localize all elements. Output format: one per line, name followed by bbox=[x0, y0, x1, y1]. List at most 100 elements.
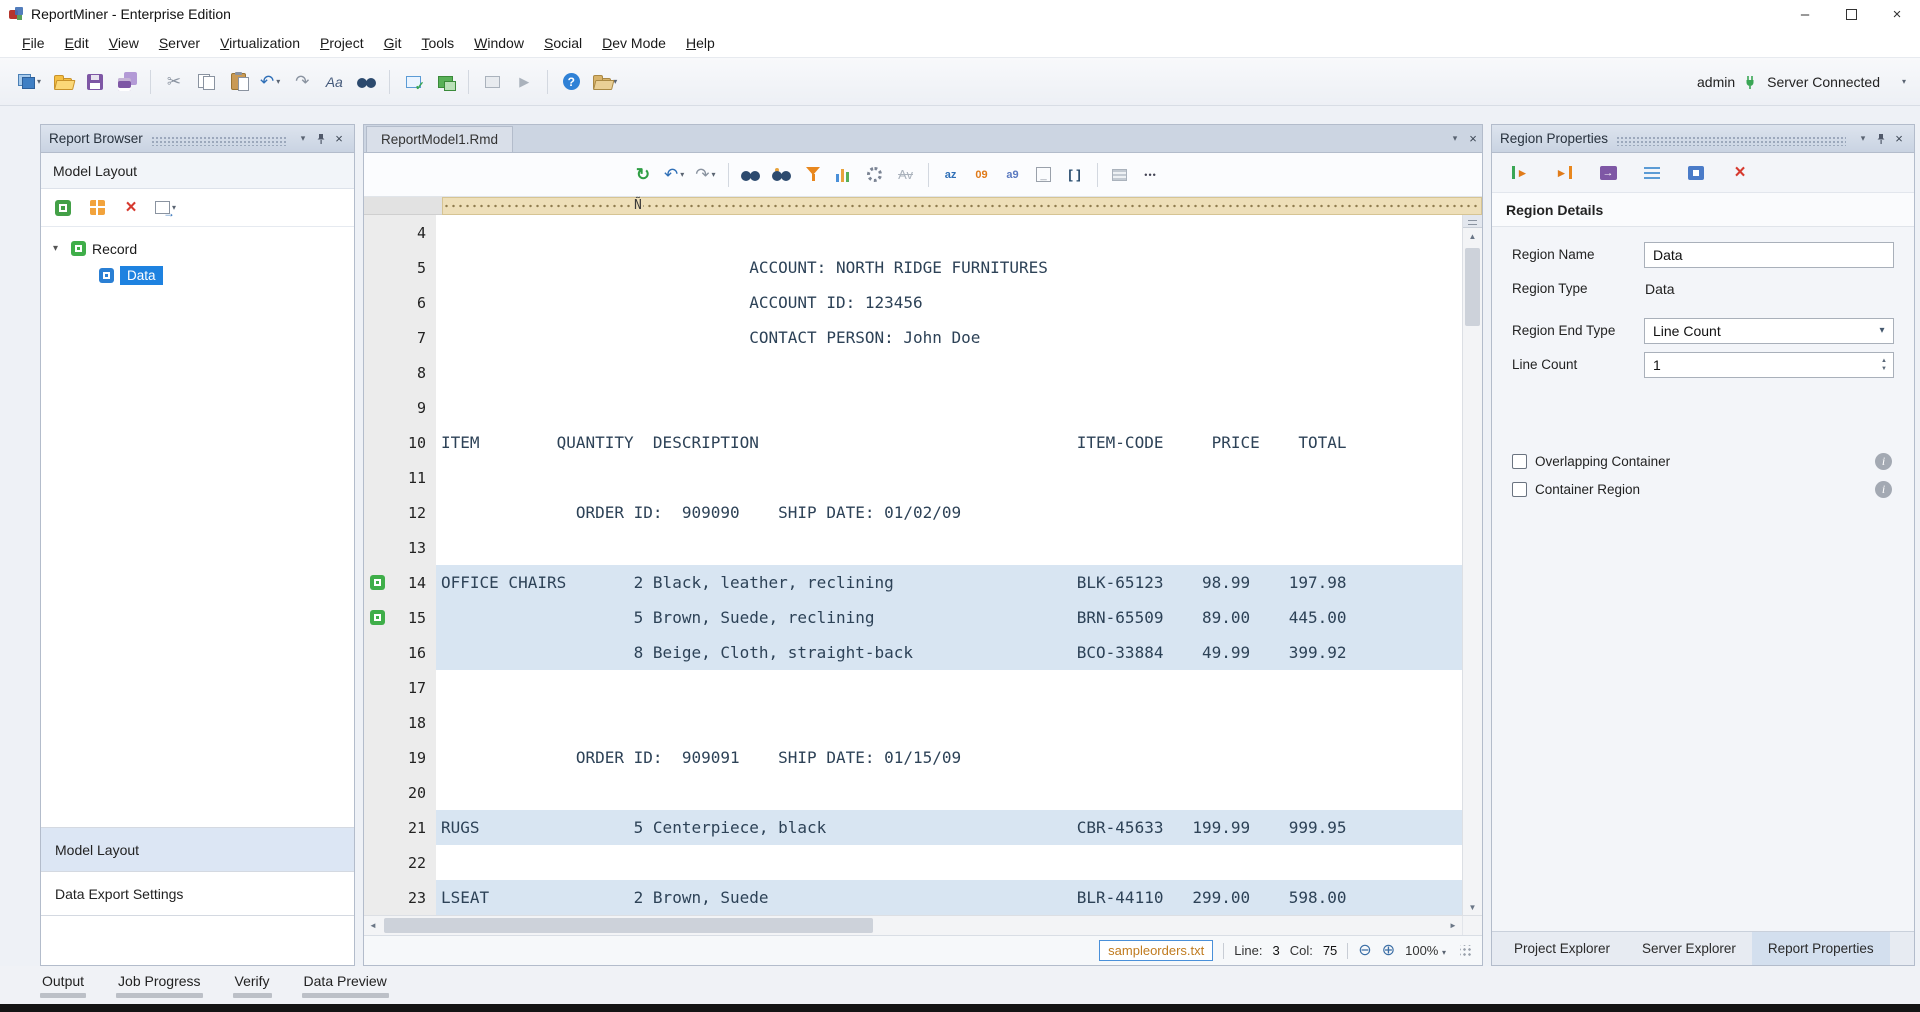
sort-alphanumeric-icon[interactable]: a9 bbox=[999, 160, 1027, 190]
line-text[interactable]: CONTACT PERSON: John Doe bbox=[436, 320, 1462, 355]
line-text[interactable] bbox=[436, 530, 1462, 565]
tree-item-data[interactable]: Data bbox=[41, 262, 354, 289]
preview-disabled-icon[interactable] bbox=[478, 67, 506, 97]
maximize-icon[interactable] bbox=[1828, 0, 1874, 28]
menu-item[interactable]: View bbox=[99, 31, 149, 55]
verify-model-icon[interactable] bbox=[399, 67, 427, 97]
horizontal-scrollbar[interactable]: ◄ ► bbox=[364, 915, 1482, 935]
overlapping-container-checkbox[interactable] bbox=[1512, 454, 1527, 469]
report-line[interactable]: 12 ORDER ID: 909090 SHIP DATE: 01/02/09 bbox=[364, 495, 1462, 530]
find-icon[interactable] bbox=[352, 67, 380, 97]
more-options-icon[interactable]: ••• bbox=[1137, 160, 1165, 190]
line-text[interactable]: 5 Brown, Suede, reclining BRN-65509 89.0… bbox=[436, 600, 1462, 635]
bottom-tab[interactable]: Output bbox=[40, 973, 86, 1004]
export-model-icon[interactable]: ▾ bbox=[151, 193, 180, 223]
minimize-icon[interactable]: – bbox=[1782, 0, 1828, 28]
line-text[interactable] bbox=[436, 390, 1462, 425]
scroll-down-icon[interactable]: ▼ bbox=[1463, 899, 1482, 915]
line-text[interactable]: ORDER ID: 909091 SHIP DATE: 01/15/09 bbox=[436, 740, 1462, 775]
tab-reportmodel1[interactable]: ReportModel1.Rmd bbox=[366, 126, 513, 152]
right-panel-tab[interactable]: Server Explorer bbox=[1626, 932, 1752, 965]
column-ruler[interactable]: Ñ bbox=[442, 197, 1482, 215]
menu-item[interactable]: Git bbox=[374, 31, 412, 55]
brackets-icon[interactable]: [ ] bbox=[1061, 160, 1089, 190]
refresh-icon[interactable]: ↻ bbox=[629, 160, 657, 190]
redo-icon[interactable]: ↷ bbox=[288, 67, 316, 97]
find-similar-icon[interactable] bbox=[768, 160, 796, 190]
menu-item[interactable]: Edit bbox=[55, 31, 99, 55]
report-line[interactable]: 13 bbox=[364, 530, 1462, 565]
spin-down-icon[interactable]: ▼ bbox=[1881, 366, 1887, 372]
project-folder-icon[interactable]: ▾ bbox=[589, 67, 621, 97]
vertical-scroll-thumb[interactable] bbox=[1465, 248, 1480, 326]
line-text[interactable]: ACCOUNT: NORTH RIDGE FURNITURES bbox=[436, 250, 1462, 285]
report-browser-header[interactable]: Report Browser ▾ × bbox=[41, 125, 354, 153]
undo-icon[interactable]: ↶▾ bbox=[256, 67, 284, 97]
report-line[interactable]: 14 OFFICE CHAIRS 2 Black, leather, recli… bbox=[364, 565, 1462, 600]
new-report-icon[interactable]: ▾ bbox=[14, 67, 45, 97]
menu-item[interactable]: Server bbox=[149, 31, 210, 55]
font-case-icon[interactable]: Aa bbox=[320, 67, 348, 97]
nav-data-export-settings[interactable]: Data Export Settings bbox=[41, 871, 354, 915]
menu-item[interactable]: Help bbox=[676, 31, 725, 55]
settings-gear-icon[interactable] bbox=[861, 160, 889, 190]
close-panel-icon[interactable]: × bbox=[1890, 130, 1908, 148]
add-region-icon[interactable] bbox=[83, 193, 111, 223]
line-text[interactable] bbox=[436, 775, 1462, 810]
line-text[interactable] bbox=[436, 215, 1462, 250]
region-properties-header[interactable]: Region Properties ▾ × bbox=[1492, 125, 1914, 153]
line-text[interactable] bbox=[436, 460, 1462, 495]
panel-menu-icon[interactable]: ▾ bbox=[294, 130, 312, 148]
paste-icon[interactable] bbox=[224, 67, 252, 97]
region-end-type-select[interactable]: Line Count ▾ bbox=[1644, 318, 1894, 344]
copy-icon[interactable] bbox=[192, 67, 220, 97]
pin-icon[interactable] bbox=[312, 130, 330, 148]
layout-view-icon[interactable] bbox=[431, 67, 459, 97]
region-lines-icon[interactable] bbox=[1638, 158, 1666, 188]
save-all-icon[interactable] bbox=[113, 67, 141, 97]
report-line[interactable]: 18 bbox=[364, 705, 1462, 740]
right-panel-tab[interactable]: Project Explorer bbox=[1498, 932, 1626, 965]
bottom-tab[interactable]: Data Preview bbox=[302, 973, 389, 1004]
menu-item[interactable]: Project bbox=[310, 31, 374, 55]
menu-item[interactable]: Dev Mode bbox=[592, 31, 676, 55]
scroll-up-icon[interactable]: ▲ bbox=[1463, 228, 1482, 244]
region-marker-icon[interactable] bbox=[370, 575, 385, 590]
zoom-level-dropdown[interactable]: 100% ▾ bbox=[1405, 943, 1446, 958]
report-line[interactable]: 16 8 Beige, Cloth, straight-back BCO-338… bbox=[364, 635, 1462, 670]
sort-alpha-icon[interactable]: az bbox=[937, 160, 965, 190]
container-region-checkbox[interactable] bbox=[1512, 482, 1527, 497]
close-panel-icon[interactable]: × bbox=[330, 130, 348, 148]
sort-numeric-icon[interactable]: 09 bbox=[968, 160, 996, 190]
run-icon[interactable]: ▶ bbox=[510, 67, 538, 97]
horizontal-scroll-thumb[interactable] bbox=[384, 918, 873, 933]
delete-node-icon[interactable]: × bbox=[117, 193, 145, 223]
line-text[interactable] bbox=[436, 845, 1462, 880]
redo-edit-icon[interactable]: ↷▾ bbox=[691, 160, 719, 190]
close-icon[interactable]: × bbox=[1874, 0, 1920, 28]
menu-item[interactable]: File bbox=[12, 31, 55, 55]
nav-model-layout[interactable]: Model Layout bbox=[41, 827, 354, 871]
report-line[interactable]: 21 RUGS 5 Centerpiece, black CBR-45633 1… bbox=[364, 810, 1462, 845]
report-line[interactable]: 19 ORDER ID: 909091 SHIP DATE: 01/15/09 bbox=[364, 740, 1462, 775]
undo-edit-icon[interactable]: ↶▾ bbox=[660, 160, 688, 190]
report-line[interactable]: 20 bbox=[364, 775, 1462, 810]
menu-item[interactable]: Virtualization bbox=[210, 31, 310, 55]
toolbar-overflow-icon[interactable]: ▾ bbox=[1902, 77, 1906, 86]
menu-item[interactable]: Window bbox=[464, 31, 534, 55]
region-marker-icon[interactable] bbox=[370, 610, 385, 625]
right-panel-tab[interactable]: Report Properties bbox=[1752, 932, 1890, 965]
line-count-input[interactable] bbox=[1644, 352, 1894, 378]
split-view-handle[interactable] bbox=[1463, 215, 1482, 228]
resize-grip[interactable] bbox=[1460, 945, 1472, 957]
highlight-region-icon[interactable] bbox=[1682, 158, 1710, 188]
source-file-chip[interactable]: sampleorders.txt bbox=[1099, 940, 1213, 961]
goto-region-start-icon[interactable]: ► bbox=[1506, 158, 1534, 188]
line-text[interactable]: ORDER ID: 909090 SHIP DATE: 01/02/09 bbox=[436, 495, 1462, 530]
line-text[interactable]: ACCOUNT ID: 123456 bbox=[436, 285, 1462, 320]
tab-list-icon[interactable]: ▾ bbox=[1446, 129, 1464, 147]
scroll-right-icon[interactable]: ► bbox=[1444, 916, 1462, 935]
scroll-left-icon[interactable]: ◄ bbox=[364, 916, 382, 935]
bottom-tab[interactable]: Verify bbox=[233, 973, 272, 1004]
spin-up-icon[interactable]: ▲ bbox=[1881, 358, 1887, 364]
